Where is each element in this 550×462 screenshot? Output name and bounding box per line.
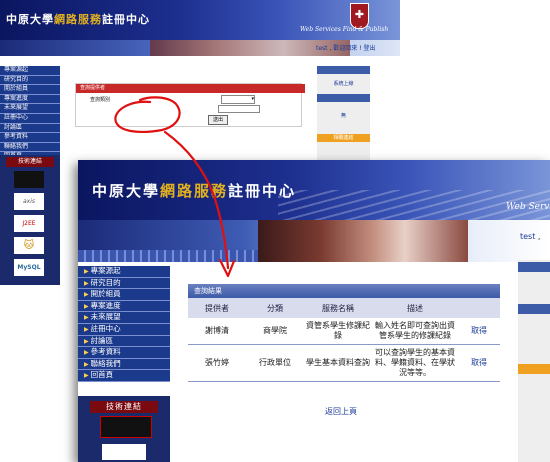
menu-item[interactable]: 專案進度 <box>0 94 60 105</box>
banner-photo <box>258 220 468 262</box>
table-row: 謝博清 商學院 資管系學生修課紀錄 輸入姓名即可查詢出資管系學生的修課紀錄 取得 <box>188 318 500 345</box>
tech-logo-1[interactable] <box>100 416 152 438</box>
banner-bar <box>78 250 258 262</box>
menu-item[interactable]: ▶ 未來展望 <box>78 312 170 324</box>
menu-item[interactable]: 聯絡我們 <box>0 142 60 153</box>
arrow-right-icon: ▶ <box>84 302 89 310</box>
cell-provider: 謝博清 <box>188 318 246 345</box>
right-header-1 <box>317 66 370 74</box>
cell-service: 資管系學生修課紀錄 <box>304 318 372 345</box>
cell-category: 行政單位 <box>246 344 304 382</box>
menu-item[interactable]: 討論區 <box>0 123 60 134</box>
menu-item[interactable]: 未來展望 <box>0 104 60 114</box>
menu-item[interactable]: 開於組員 <box>0 85 60 95</box>
query-input[interactable] <box>218 105 260 113</box>
logout-link[interactable]: 登出 <box>364 45 376 52</box>
arrow-right-icon: ▶ <box>84 291 89 299</box>
arrow-right-icon: ▶ <box>84 372 89 380</box>
cell-description: 輸入姓名即可查詢出資管系學生的修課紀錄 <box>372 318 458 345</box>
table-header-row: 提供者 分類 服務名稱 描述 <box>188 298 500 318</box>
table-row: 張竹婷 行政單位 學生基本資料查詢 可以查詢學生的基本資料、學籍資料、在學狀況等… <box>188 344 500 382</box>
col-provider: 提供者 <box>188 298 246 318</box>
arrow-right-icon: ▶ <box>84 314 89 322</box>
menu-item[interactable]: ▶ 回首頁 <box>78 370 170 382</box>
tech-logo-1[interactable] <box>14 171 44 188</box>
tech-links-header: 技術連結 <box>6 157 54 167</box>
site-subtitle: Web Servic <box>506 202 550 212</box>
menu-item[interactable]: ▶ 開於組員 <box>78 289 170 301</box>
foreground-window: 中原大學網路服務註冊中心 Web Servic test , ▶專案源起 ▶研究… <box>78 160 550 462</box>
welcome-text: 歡迎回來 <box>333 45 358 52</box>
arrow-right-icon: ▶ <box>84 349 89 357</box>
sidebar-menu: ▶ 專案源起 ▶ 研究目的 ▶ 開於組員 ▶ 專案進度 ▶ 未來展望 ▶ 註冊中心 ▶ 討論區… <box>78 266 170 382</box>
menu-item[interactable]: ▶ 註冊中心 <box>78 323 170 336</box>
j2ee-logo[interactable]: J2EE <box>14 215 44 232</box>
query-results-panel: 查詢結果 提供者 分類 服務名稱 描述 謝博清 商學院 資管系學生修課紀錄 輸入… <box>188 284 500 382</box>
col-service: 服務名稱 <box>304 298 372 318</box>
menu-item[interactable]: 專案源起 <box>0 66 60 76</box>
arrow-right-icon: ▶ <box>84 337 89 345</box>
site-banner: 中原大學網路服務註冊中心 ✚ Web Services Find & Publi… <box>0 0 400 40</box>
banner-strip <box>78 220 550 262</box>
cell-service: 學生基本資料查詢 <box>304 344 372 382</box>
get-link[interactable]: 取得 <box>458 318 500 345</box>
get-link[interactable]: 取得 <box>458 344 500 382</box>
cell-description: 可以查詢學生的基本資料、學籍資料、在學狀況等等。 <box>372 344 458 382</box>
menu-item[interactable]: ▶ 聯絡我們 <box>78 358 170 371</box>
right-column <box>518 260 550 462</box>
results-header: 查詢結果 <box>188 284 500 298</box>
arrow-right-icon: ▶ <box>84 360 89 368</box>
col-action <box>458 298 500 318</box>
sidebar-menu: 專案源起 研究目的 開於組員 專案進度 未來展望 註冊中心 討論區 參考資料 聯… <box>0 66 60 162</box>
back-link[interactable]: 返回上頁 <box>325 406 357 417</box>
site-subtitle: Web Services Find & Publish <box>300 26 389 33</box>
arrow-right-icon: ▶ <box>84 268 89 275</box>
user-name: test <box>520 232 536 241</box>
right-header-3 <box>518 364 550 374</box>
none-text: 無 <box>340 113 346 119</box>
tech-logo-2[interactable] <box>102 444 146 460</box>
mysql-logo[interactable]: MySQL <box>14 259 44 276</box>
right-header-2 <box>317 94 370 102</box>
cell-provider: 張竹婷 <box>188 344 246 382</box>
site-title: 中原大學網路服務註冊中心 <box>92 182 297 200</box>
site-title: 中原大學網路服務註冊中心 <box>6 13 150 26</box>
right-header-1 <box>518 262 550 272</box>
menu-item[interactable]: ▶ 討論區 <box>78 335 170 348</box>
query-category-select[interactable]: ▾ <box>221 95 255 104</box>
arrow-right-icon: ▶ <box>84 279 89 287</box>
menu-item[interactable]: ▶ 研究目的 <box>78 277 170 290</box>
col-description: 描述 <box>372 298 458 318</box>
chevron-down-icon: ▾ <box>251 96 254 102</box>
arrow-right-icon: ▶ <box>84 325 89 333</box>
tech-links-panel: 技術連結 axis J2EE 🐱 MySQL <box>0 155 60 285</box>
menu-item[interactable]: 研究目的 <box>0 75 60 86</box>
menu-item[interactable]: 註冊中心 <box>0 113 60 124</box>
query-form: 查詢提供者 查詢類別 ▾ 送出 <box>75 83 305 127</box>
tech-links-header: 技術連結 <box>90 401 158 413</box>
user-name: test <box>316 45 328 52</box>
welcome-bar: test , 歡迎回來 ! 登出 <box>316 45 376 52</box>
related-links-header: 相關連結 <box>317 134 370 142</box>
menu-item[interactable]: ▶ 參考資料 <box>78 347 170 359</box>
query-form-header: 查詢提供者 <box>76 84 305 93</box>
col-category: 分類 <box>246 298 304 318</box>
query-category-label: 查詢類別 <box>90 97 111 103</box>
menu-item[interactable]: 參考資料 <box>0 133 60 143</box>
menu-item[interactable]: ▶ 專案源起 <box>78 266 170 278</box>
menu-item[interactable]: ▶ 專案進度 <box>78 300 170 313</box>
tech-links-panel: 技術連結 <box>78 396 170 462</box>
welcome-bar: test , <box>520 232 541 241</box>
system-online-link[interactable]: 系統上線 <box>317 80 370 87</box>
axis-logo[interactable]: axis <box>14 193 44 210</box>
tomcat-logo-icon[interactable]: 🐱 <box>14 237 44 254</box>
cell-category: 商學院 <box>246 318 304 345</box>
submit-button[interactable]: 送出 <box>208 115 228 125</box>
right-header-2 <box>518 304 550 314</box>
results-table: 提供者 分類 服務名稱 描述 謝博清 商學院 資管系學生修課紀錄 輸入姓名即可查… <box>188 298 500 382</box>
site-banner: 中原大學網路服務註冊中心 Web Servic <box>78 160 550 220</box>
